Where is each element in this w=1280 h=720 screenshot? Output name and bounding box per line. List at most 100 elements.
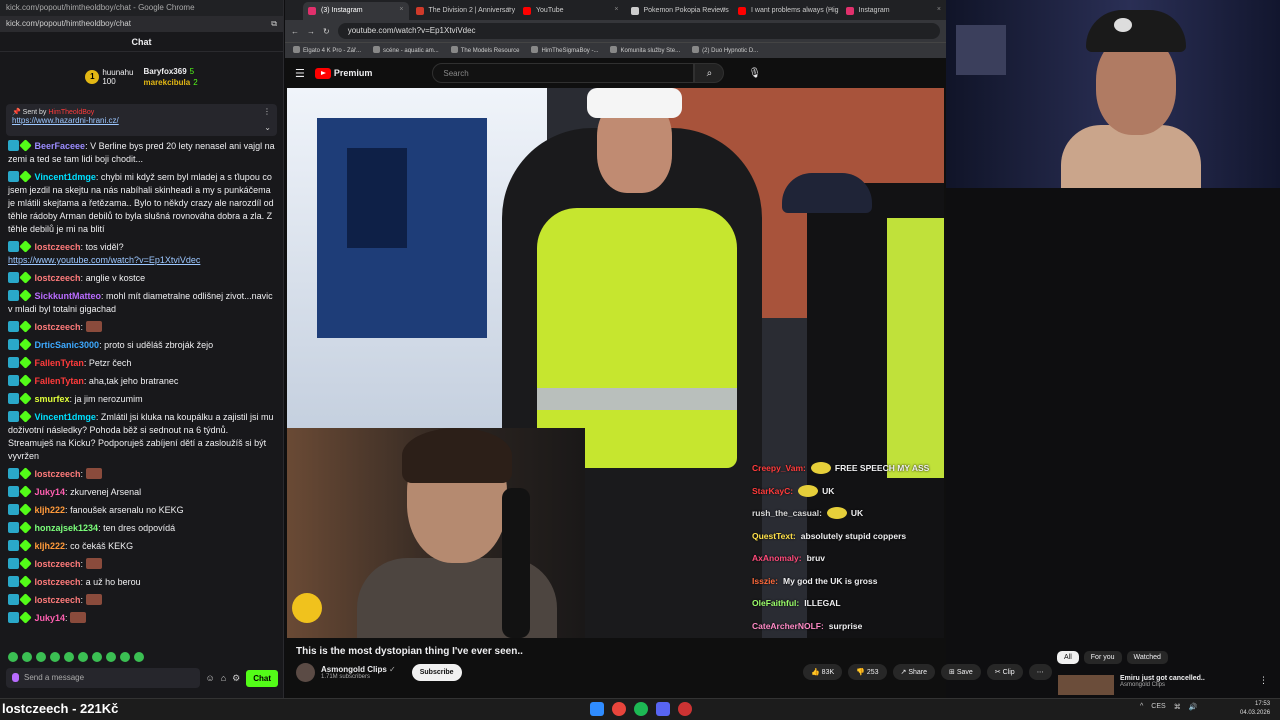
close-tab-icon[interactable]: × [722, 6, 726, 13]
pinned-menu-icon[interactable]: ⋮ [263, 107, 271, 116]
spotify-icon[interactable] [634, 702, 648, 716]
bookmark-item[interactable]: (2) Duo Hypnotic D... [692, 46, 758, 55]
chat-username[interactable]: honzajsek1234 [35, 523, 99, 533]
chat-username[interactable]: DrticSanic3000 [35, 340, 100, 350]
overlay-message: FREE SPEECH MY ASS [834, 463, 930, 473]
close-tab-icon[interactable]: × [829, 6, 833, 13]
bookmark-item[interactable]: Komunita služby Ste... [610, 46, 680, 55]
chat-username[interactable]: Vincent1dmge [35, 412, 96, 422]
tab-favicon-icon [630, 7, 639, 15]
recommended-video[interactable]: Emiru just got cancelled.. Asmongold Cli… [1058, 675, 1268, 697]
chat-username[interactable]: Vincent1dmge [35, 172, 96, 182]
user-badges [8, 503, 35, 516]
browser-tab[interactable]: Instagram × [841, 2, 947, 20]
chat-username[interactable]: lostczeech [35, 469, 81, 479]
search-button[interactable]: ⌕ [694, 63, 725, 83]
address-field[interactable]: youtube.com/watch?v=Ep1XtviVdec [337, 23, 940, 39]
emote-picker-icon[interactable]: ☺ [206, 673, 215, 683]
chat-username[interactable]: kljh222 [35, 505, 66, 515]
voice-search-icon[interactable]: 🎙 [748, 68, 761, 79]
browser-tab[interactable]: The Division 2 | Anniversary Se...× [411, 2, 516, 20]
pinned-link[interactable]: https://www.hazardni-hrani.cz/ [12, 116, 271, 125]
hamburger-menu-icon[interactable]: ☰ [295, 67, 305, 80]
leaderboard-first[interactable]: 1 huunahu 100 [85, 68, 134, 86]
clip-button[interactable]: ✂ Clip [986, 664, 1023, 680]
close-tab-icon[interactable]: × [614, 6, 618, 13]
chat-message: FallenTytan: Petzr čech [8, 356, 275, 370]
chat-message-input[interactable]: Send a message [6, 668, 200, 688]
share-button[interactable]: ↗ Share [892, 664, 936, 680]
close-tab-icon[interactable]: × [937, 6, 941, 13]
bookmark-item[interactable]: The Models Resource [451, 46, 520, 55]
chat-username[interactable]: lostczeech [35, 242, 81, 252]
badge-icon [19, 338, 32, 351]
gift-icon[interactable]: ⌂ [221, 673, 226, 683]
overlay-username: CateArcherNOLF: [752, 620, 824, 631]
subscribe-button[interactable]: Subscribe [411, 664, 462, 681]
address-bar-row: ← → ↻ youtube.com/watch?v=Ep1XtviVdec [285, 20, 946, 42]
network-icon[interactable]: ⌘ [1174, 703, 1181, 711]
microphone-icon[interactable] [12, 673, 19, 682]
badge-icon [19, 557, 32, 570]
chat-username[interactable]: BeerFaceee [35, 141, 86, 151]
badge-icon [19, 356, 32, 369]
app-icon[interactable] [678, 702, 692, 716]
youtube-search-input[interactable]: Search [432, 63, 695, 83]
leaderboard-others[interactable]: Baryfox369 5 marekcibula 2 [144, 67, 198, 87]
browser-tab[interactable]: I want problems always (High ...× [733, 2, 839, 20]
chat-username[interactable]: lostczeech [35, 577, 81, 587]
chat-username[interactable]: lostczeech [35, 322, 81, 332]
chat-username[interactable]: FallenTytan [35, 358, 84, 368]
send-chat-button[interactable]: Chat [246, 669, 278, 687]
reload-icon[interactable]: ↻ [323, 27, 330, 36]
forward-icon[interactable]: → [307, 27, 315, 36]
tray-chevron-icon[interactable]: ^ [1140, 703, 1143, 711]
volume-icon[interactable]: 🔊 [1189, 703, 1198, 711]
more-options-icon[interactable]: ⋮ [1259, 675, 1268, 697]
browser-tab[interactable]: (3) Instagram × [303, 2, 409, 20]
bookmark-item[interactable]: HimTheSigmaBoy -... [531, 46, 598, 55]
chat-username[interactable]: FallenTytan [35, 376, 84, 386]
clock[interactable]: 17:53 04.03.2026 [1240, 700, 1270, 718]
more-actions-button[interactable]: ⋯ [1028, 664, 1052, 680]
browser-tab[interactable]: YouTube × [518, 2, 624, 20]
filter-chip[interactable]: For you [1083, 651, 1122, 664]
settings-gear-icon[interactable]: ⚙ [232, 673, 240, 684]
recommended-title: Emiru just got cancelled.. [1120, 675, 1205, 682]
channel-avatar[interactable] [296, 663, 315, 682]
chat-username[interactable]: smurfex [35, 394, 70, 404]
chat-username[interactable]: Juky14 [35, 613, 66, 623]
filter-chip[interactable]: Watched [1126, 651, 1168, 664]
overlay-emote [826, 507, 847, 519]
user-badges [8, 611, 35, 624]
discord-icon[interactable] [656, 702, 670, 716]
back-icon[interactable]: ← [291, 27, 299, 36]
windows-start-icon[interactable] [590, 702, 604, 716]
chrome-icon[interactable] [612, 702, 626, 716]
dislike-button[interactable]: 👎 253 [848, 664, 887, 680]
translate-icon[interactable]: ⧉ [271, 19, 277, 29]
popout-url[interactable]: kick.com/popout/himtheoldboy/chat [6, 19, 131, 29]
chat-username[interactable]: Juky14 [35, 487, 66, 497]
language-indicator[interactable]: CES [1151, 703, 1165, 711]
quick-emote-row[interactable] [8, 652, 144, 662]
channel-name[interactable]: Asmongold Clips ✓ [321, 665, 396, 674]
chat-username[interactable]: SickkuntMatteo [35, 291, 102, 301]
user-badges [8, 557, 35, 570]
save-button[interactable]: ⊞ Save [941, 664, 981, 680]
close-tab-icon[interactable]: × [399, 6, 403, 13]
youtube-logo[interactable]: Premium [314, 67, 372, 79]
chat-link[interactable]: https://www.youtube.com/watch?v=Ep1XtviV… [8, 255, 200, 265]
pinned-message[interactable]: 📌 Sent by HimTheoldBoy https://www.hazar… [6, 104, 277, 136]
chat-username[interactable]: lostczeech [35, 273, 81, 283]
bookmark-item[interactable]: Elgato 4 K Pro - Zář... [293, 46, 361, 55]
chevron-down-icon[interactable]: ⌄ [264, 123, 271, 132]
bookmark-item[interactable]: scéne - aquatic am... [373, 46, 439, 55]
chat-username[interactable]: lostczeech [35, 559, 81, 569]
like-button[interactable]: 👍 83K [803, 664, 843, 680]
browser-tab[interactable]: Pokemon Pokopia Reviews - M...× [626, 2, 731, 20]
filter-chip[interactable]: All [1057, 651, 1079, 664]
chat-username[interactable]: kljh222 [35, 541, 66, 551]
close-tab-icon[interactable]: × [507, 6, 511, 13]
chat-username[interactable]: lostczeech [35, 595, 81, 605]
